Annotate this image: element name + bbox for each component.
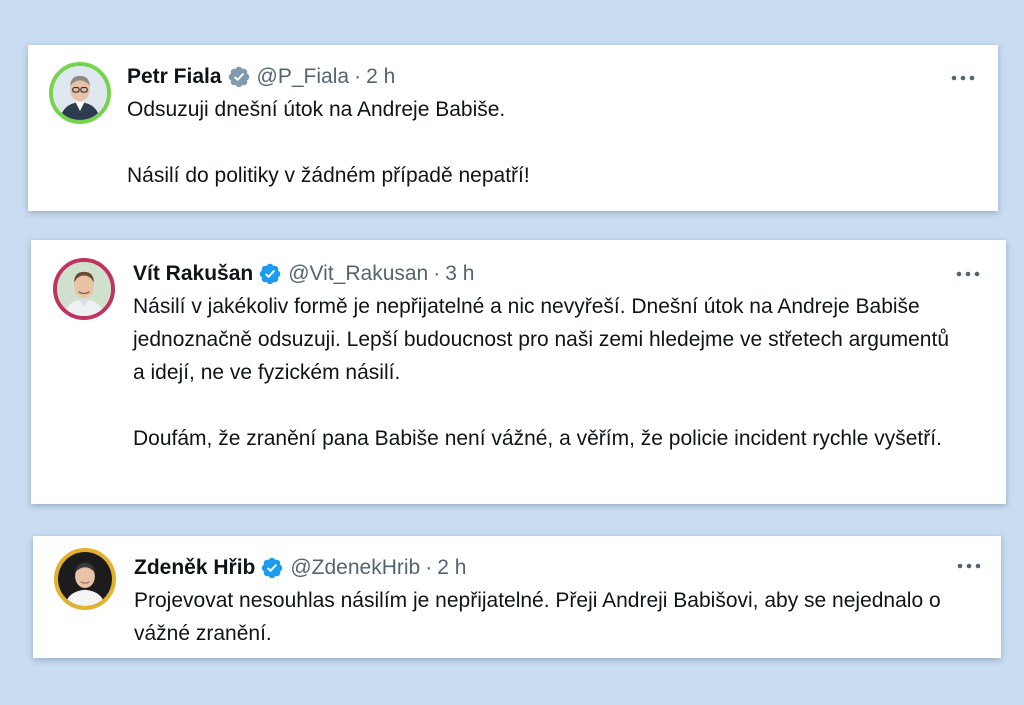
tweet-text: Projevovat nesouhlas násilím je nepřijat… bbox=[134, 584, 951, 650]
tweet-content: Zdeněk Hřib @ZdenekHrib · 2 h Projevovat… bbox=[134, 554, 951, 650]
separator-dot: · bbox=[425, 556, 433, 579]
tweet-paragraph: Násilí v jakékoliv formě je nepřijatelné… bbox=[133, 295, 949, 384]
more-horizontal-icon bbox=[957, 563, 981, 569]
author-name[interactable]: Petr Fiala bbox=[127, 65, 222, 89]
avatar-portrait-icon bbox=[53, 66, 107, 120]
tweet-card[interactable]: Vít Rakušan @Vit_Rakusan · 3 h Násilí v … bbox=[31, 240, 1006, 504]
more-horizontal-icon bbox=[956, 271, 980, 277]
tweet-paragraph: Projevovat nesouhlas násilím je nepřijat… bbox=[134, 589, 941, 645]
tweet-paragraph: Násilí do politiky v žádném případě nepa… bbox=[127, 164, 530, 187]
avatar[interactable] bbox=[53, 258, 115, 320]
tweet-content: Vít Rakušan @Vit_Rakusan · 3 h Násilí v … bbox=[133, 260, 956, 455]
separator-dot: · bbox=[354, 65, 362, 88]
avatar[interactable] bbox=[49, 62, 111, 124]
verified-badge-icon[interactable] bbox=[227, 65, 251, 89]
author-handle[interactable]: @Vit_Rakusan bbox=[288, 262, 428, 286]
verified-badge-icon[interactable] bbox=[258, 262, 282, 286]
tweet-paragraph: Doufám, že zranění pana Babiše není vážn… bbox=[133, 427, 942, 450]
more-options-button[interactable] bbox=[954, 556, 984, 576]
tweet-card[interactable]: Petr Fiala @P_Fiala · 2 h Odsuzuji dnešn… bbox=[28, 45, 998, 211]
tweet-card[interactable]: Zdeněk Hřib @ZdenekHrib · 2 h Projevovat… bbox=[33, 536, 1001, 658]
author-handle[interactable]: @ZdenekHrib bbox=[290, 556, 420, 580]
author-name[interactable]: Zdeněk Hřib bbox=[134, 556, 255, 580]
verified-badge-icon[interactable] bbox=[260, 556, 284, 580]
more-options-button[interactable] bbox=[953, 264, 983, 284]
tweet-timestamp[interactable]: 2 h bbox=[437, 556, 466, 580]
tweet-timestamp[interactable]: 3 h bbox=[445, 262, 474, 286]
tweet-header: Petr Fiala @P_Fiala · 2 h bbox=[127, 63, 948, 91]
tweet-paragraph: Odsuzuji dnešní útok na Andreje Babiše. bbox=[127, 98, 506, 121]
more-options-button[interactable] bbox=[948, 68, 978, 88]
tweet-text: Odsuzuji dnešní útok na Andreje Babiše. … bbox=[127, 93, 948, 192]
avatar[interactable] bbox=[54, 548, 116, 610]
tweet-content: Petr Fiala @P_Fiala · 2 h Odsuzuji dnešn… bbox=[127, 63, 948, 192]
avatar-portrait-icon bbox=[57, 262, 111, 316]
author-name[interactable]: Vít Rakušan bbox=[133, 262, 253, 286]
tweet-text: Násilí v jakékoliv formě je nepřijatelné… bbox=[133, 290, 956, 455]
more-horizontal-icon bbox=[951, 75, 975, 81]
tweet-header: Zdeněk Hřib @ZdenekHrib · 2 h bbox=[134, 554, 951, 582]
separator-dot: · bbox=[433, 262, 441, 285]
tweet-header: Vít Rakušan @Vit_Rakusan · 3 h bbox=[133, 260, 956, 288]
author-handle[interactable]: @P_Fiala bbox=[257, 65, 350, 89]
tweet-timestamp[interactable]: 2 h bbox=[366, 65, 395, 89]
avatar-portrait-icon bbox=[58, 552, 112, 606]
